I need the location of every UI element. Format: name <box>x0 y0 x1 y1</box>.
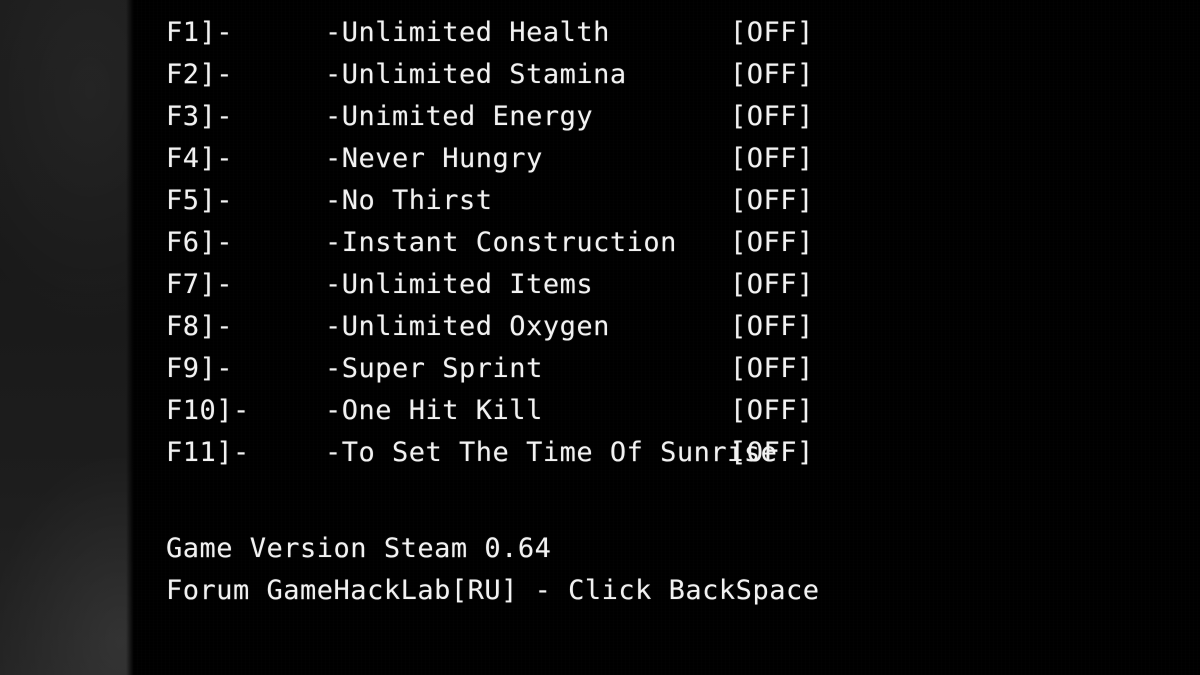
cheat-hotkey: F5]- <box>166 185 234 216</box>
cheat-list: F1]- -Unlimited Health [OFF] F2]- -Unlim… <box>166 12 866 474</box>
cheat-description: -Unlimited Items <box>325 269 594 300</box>
cheat-hotkey: F10]- <box>166 395 250 426</box>
cheat-description: -Super Sprint <box>325 353 543 384</box>
footer-info: Game Version Steam 0.64 Forum GameHackLa… <box>166 528 1066 612</box>
cheat-description: -Unlimited Oxygen <box>325 311 610 342</box>
cheat-hotkey: F9]- <box>166 353 234 384</box>
cheat-state-badge: [OFF] <box>730 17 814 48</box>
cheat-row[interactable]: F7]- -Unlimited Items [OFF] <box>166 264 866 306</box>
cheat-state-badge: [OFF] <box>730 185 814 216</box>
cheat-hotkey: F3]- <box>166 101 234 132</box>
cheat-state-badge: [OFF] <box>730 311 814 342</box>
cheat-hotkey: F7]- <box>166 269 234 300</box>
cheat-state-badge: [OFF] <box>730 353 814 384</box>
cheat-hotkey: F6]- <box>166 227 234 258</box>
cheat-row[interactable]: F8]- -Unlimited Oxygen [OFF] <box>166 306 866 348</box>
cheat-description: -Unlimited Health <box>325 17 610 48</box>
cheat-row[interactable]: F9]- -Super Sprint [OFF] <box>166 348 866 390</box>
cheat-description: -Unlimited Stamina <box>325 59 627 90</box>
cheat-state-badge: [OFF] <box>730 101 814 132</box>
cheat-hotkey: F1]- <box>166 17 234 48</box>
cheat-row[interactable]: F10]- -One Hit Kill [OFF] <box>166 390 866 432</box>
cheat-row[interactable]: F2]- -Unlimited Stamina [OFF] <box>166 54 866 96</box>
cheat-row[interactable]: F4]- -Never Hungry [OFF] <box>166 138 866 180</box>
cheat-description: -No Thirst <box>325 185 493 216</box>
game-version-label: Game Version Steam 0.64 <box>166 533 552 564</box>
cheat-description: -Instant Construction <box>325 227 677 258</box>
cheat-state-badge: [OFF] <box>730 227 814 258</box>
trainer-panel: F1]- -Unlimited Health [OFF] F2]- -Unlim… <box>0 0 1200 675</box>
cheat-state-badge: [OFF] <box>730 437 814 468</box>
cheat-state-badge: [OFF] <box>730 143 814 174</box>
cheat-state-badge: [OFF] <box>730 395 814 426</box>
cheat-description: -To Set The Time Of Sunrise <box>325 437 778 468</box>
cheat-row[interactable]: F5]- -No Thirst [OFF] <box>166 180 866 222</box>
cheat-row[interactable]: F3]- -Unimited Energy [OFF] <box>166 96 866 138</box>
cheat-hotkey: F4]- <box>166 143 234 174</box>
cheat-row[interactable]: F11]- -To Set The Time Of Sunrise [OFF] <box>166 432 866 474</box>
cheat-description: -Never Hungry <box>325 143 543 174</box>
cheat-description: -One Hit Kill <box>325 395 543 426</box>
cheat-hotkey: F2]- <box>166 59 234 90</box>
cheat-description: -Unimited Energy <box>325 101 594 132</box>
cheat-hotkey: F11]- <box>166 437 250 468</box>
forum-credit-label: Forum GameHackLab[RU] - Click BackSpace <box>166 575 820 606</box>
cheat-hotkey: F8]- <box>166 311 234 342</box>
trainer-overlay-screen: F1]- -Unlimited Health [OFF] F2]- -Unlim… <box>0 0 1200 675</box>
cheat-state-badge: [OFF] <box>730 269 814 300</box>
cheat-state-badge: [OFF] <box>730 59 814 90</box>
cheat-row[interactable]: F1]- -Unlimited Health [OFF] <box>166 12 866 54</box>
cheat-row[interactable]: F6]- -Instant Construction [OFF] <box>166 222 866 264</box>
